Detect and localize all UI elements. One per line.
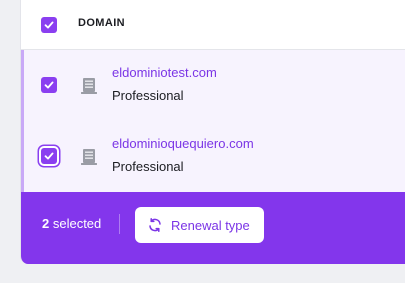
server-icon [81, 78, 97, 94]
plan-label: Professional [112, 159, 184, 174]
plan-label: Professional [112, 88, 184, 103]
row-checkbox[interactable] [41, 77, 57, 93]
server-icon [81, 149, 97, 165]
domain-link[interactable]: eldominiotest.com [112, 65, 217, 80]
table-row: eldominiotest.com Professional [21, 50, 405, 122]
select-all-checkbox[interactable] [41, 17, 57, 33]
domain-table-card: DOMAIN eldominiotest.com Professional el… [20, 0, 405, 264]
refresh-icon [149, 218, 161, 232]
check-icon [44, 81, 54, 89]
column-header-domain: DOMAIN [78, 17, 126, 29]
selected-count-text: 2 selected [42, 216, 101, 231]
selected-label: selected [49, 216, 102, 231]
check-icon [44, 21, 54, 29]
table-header: DOMAIN [21, 0, 405, 50]
domain-link[interactable]: eldominioquequiero.com [112, 136, 254, 151]
divider [119, 214, 120, 234]
check-icon [44, 152, 54, 160]
table-row: eldominioquequiero.com Professional [21, 121, 405, 193]
row-checkbox[interactable] [41, 148, 57, 164]
bulk-action-bar: 2 selected Renewal type [21, 192, 405, 264]
renewal-type-label: Renewal type [171, 217, 250, 233]
renewal-type-button[interactable]: Renewal type [135, 207, 264, 243]
